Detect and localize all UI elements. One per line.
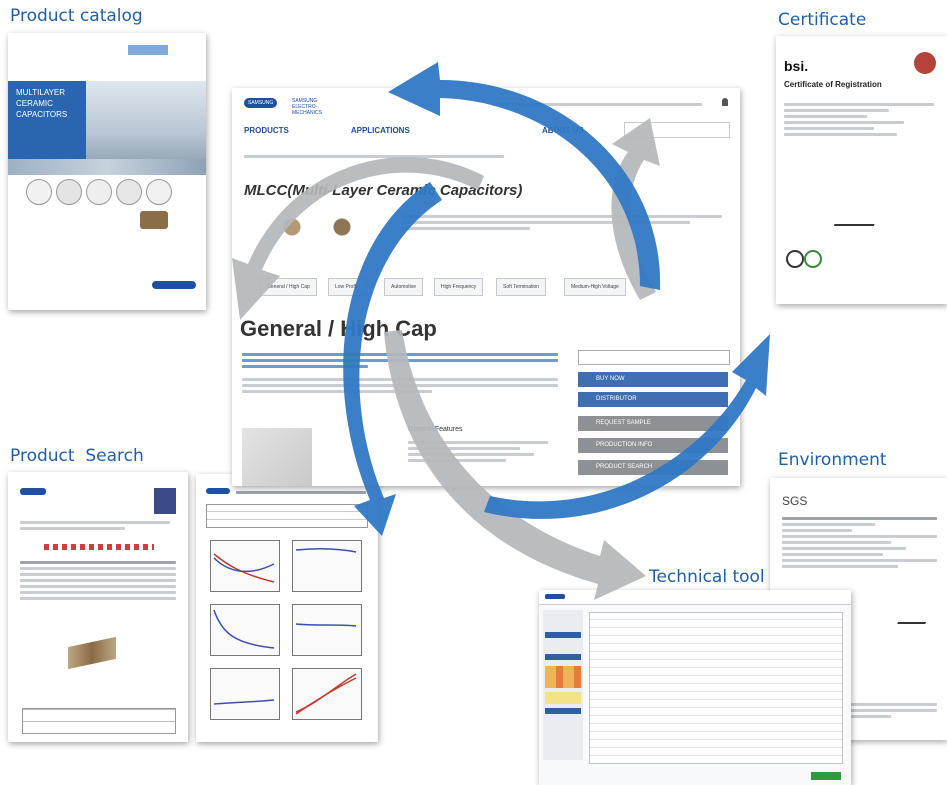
datasheet-document bbox=[196, 474, 378, 742]
catalog-title-line-2: CERAMIC bbox=[16, 99, 53, 108]
search-table bbox=[22, 708, 176, 734]
tool-header-bar bbox=[539, 590, 851, 605]
nav-applications[interactable]: APPLICATIONS bbox=[351, 126, 410, 135]
label-environment: Environment bbox=[778, 450, 887, 470]
production-info-button[interactable]: PRODUCTION INFO bbox=[578, 438, 728, 453]
certificate-signature bbox=[833, 214, 879, 226]
buy-now-button[interactable]: BUY NOW bbox=[578, 372, 728, 387]
environment-brand: SGS bbox=[782, 494, 808, 508]
catalog-skyline-image bbox=[8, 159, 206, 175]
search-part-code bbox=[44, 544, 154, 550]
label-certificate: Certificate bbox=[778, 10, 867, 30]
website-section-title: General / High Cap bbox=[240, 316, 437, 341]
search-samsung-logo bbox=[20, 488, 46, 495]
product-catalog-document: MULTILAYER CERAMIC CAPACITORS bbox=[8, 33, 206, 310]
website-tab-bar: General / High Cap Low Profile Automotiv… bbox=[260, 278, 740, 296]
tab-general-high-cap[interactable]: General / High Cap bbox=[260, 278, 317, 296]
website-screenshot: SAMSUNG SAMSUNG ELECTRO-MECHANICS PRODUC… bbox=[232, 88, 740, 486]
website-nav: PRODUCTS APPLICATIONS bbox=[244, 126, 470, 135]
tab-medium-high-voltage[interactable]: Medium-High Voltage bbox=[564, 278, 626, 296]
catalog-title-line-1: MULTILAYER bbox=[16, 88, 66, 97]
certificate-brand: bsi. bbox=[784, 58, 809, 74]
technical-tool-screenshot bbox=[539, 590, 851, 785]
certificate-document: bsi. Certificate of Registration bbox=[776, 36, 947, 304]
website-samsung-logo: SAMSUNG bbox=[244, 98, 278, 108]
tab-automotive[interactable]: Automotive bbox=[384, 278, 424, 296]
website-feature-image bbox=[242, 428, 312, 486]
product-search-document bbox=[8, 472, 188, 742]
website-breadcrumb bbox=[244, 152, 504, 161]
nav-about-us[interactable]: ABOUT US bbox=[542, 126, 584, 135]
tool-samsung-logo bbox=[545, 594, 565, 599]
distributor-button[interactable]: DISTRIBUTOR bbox=[578, 392, 728, 407]
tool-results-table bbox=[589, 612, 843, 764]
request-sample-button[interactable]: REQUEST SAMPLE bbox=[578, 416, 728, 431]
catalog-samsung-logo bbox=[152, 281, 196, 289]
tool-sidebar bbox=[543, 610, 583, 760]
website-page-title: MLCC(Multi-Layer Ceramic Capacitors) bbox=[244, 182, 523, 199]
tab-low-profile[interactable]: Low Profile bbox=[328, 278, 367, 296]
website-search-input[interactable] bbox=[624, 122, 730, 138]
website-select-box[interactable] bbox=[578, 350, 730, 365]
website-product-image bbox=[262, 212, 362, 242]
website-user-icon bbox=[722, 98, 728, 106]
certificate-seal-icon bbox=[786, 250, 804, 268]
certificate-seal2-icon bbox=[804, 250, 822, 268]
label-product-catalog: Product catalog bbox=[10, 6, 143, 26]
catalog-chip-image bbox=[140, 211, 168, 229]
certificate-title: Certificate of Registration bbox=[784, 80, 882, 89]
catalog-cover-banner: MULTILAYER CERAMIC CAPACITORS bbox=[8, 81, 86, 159]
catalog-city-image bbox=[86, 81, 206, 167]
nav-products[interactable]: PRODUCTS bbox=[244, 126, 289, 135]
website-features-title: General Features bbox=[408, 426, 463, 433]
catalog-title-line-3: CAPACITORS bbox=[16, 110, 68, 119]
tab-high-frequency[interactable]: High Frequency bbox=[434, 278, 484, 296]
tab-soft-termination[interactable]: Soft Termination bbox=[496, 278, 547, 296]
product-search-button[interactable]: PRODUCT SEARCH bbox=[578, 460, 728, 475]
search-product-image bbox=[154, 488, 176, 514]
environment-signature bbox=[897, 612, 931, 624]
label-product-search: Product Search bbox=[10, 446, 144, 466]
catalog-product-circles bbox=[26, 179, 196, 205]
search-chip-image bbox=[68, 636, 116, 670]
certificate-crest-icon bbox=[914, 52, 936, 74]
tool-action-button bbox=[811, 772, 841, 780]
website-brand-sub: SAMSUNG ELECTRO-MECHANICS bbox=[292, 98, 323, 116]
label-technical-tool: Technical tool bbox=[649, 567, 765, 587]
